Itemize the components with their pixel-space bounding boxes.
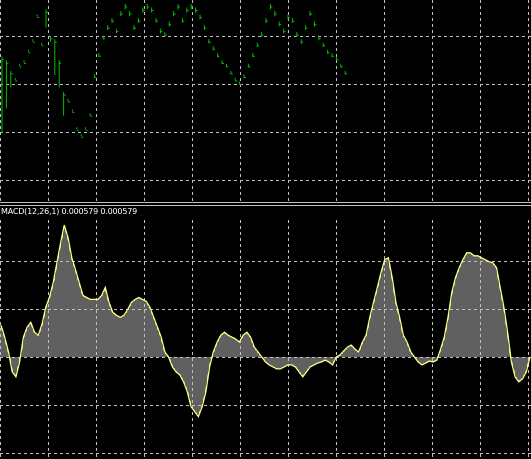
price-grid bbox=[0, 0, 531, 202]
price-bars bbox=[1, 4, 348, 138]
macd-indicator-pane[interactable]: MACD(12,26,1) 0.000579 0.000579 bbox=[0, 206, 531, 459]
trading-terminal: MACD(12,26,1) 0.000579 0.000579 bbox=[0, 0, 531, 459]
macd-chart-svg bbox=[0, 220, 531, 459]
price-chart-svg bbox=[0, 0, 531, 202]
separator-line-top bbox=[0, 202, 531, 203]
macd-histogram bbox=[0, 227, 530, 416]
macd-indicator-label: MACD(12,26,1) 0.000579 0.000579 bbox=[1, 207, 137, 216]
price-chart-pane[interactable] bbox=[0, 0, 531, 202]
